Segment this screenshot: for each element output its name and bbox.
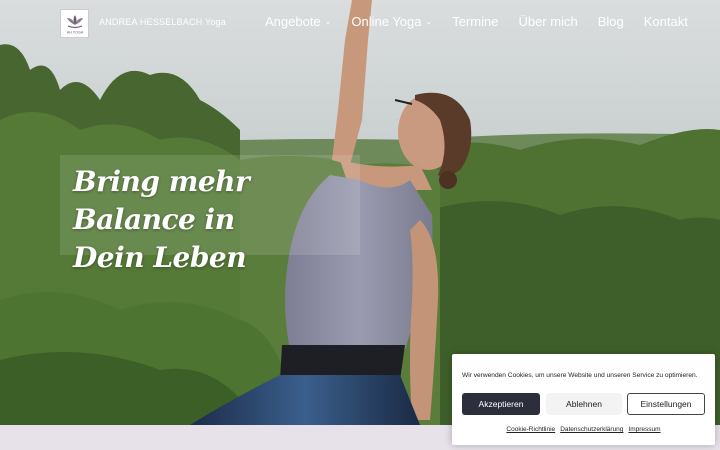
cookie-policy-link[interactable]: Cookie-Richtlinie — [506, 426, 555, 433]
logo-label: AH YOGA — [66, 30, 83, 34]
hero-headline-line2: Dein Leben — [73, 241, 247, 274]
privacy-policy-link[interactable]: Datenschutzerklärung — [560, 426, 623, 433]
site-name[interactable]: ANDREA HESSELBACH Yoga — [99, 17, 226, 27]
cookie-links: Cookie-Richtlinie Datenschutzerklärung I… — [452, 426, 715, 433]
chevron-down-icon: ⌄ — [425, 17, 433, 26]
main-nav: Angebote ⌄ Online Yoga ⌄ Termine Über mi… — [265, 14, 708, 29]
lotus-logo-icon: AH YOGA — [66, 14, 83, 34]
nav-item-label: Über mich — [518, 14, 578, 29]
hero-headline: Bring mehr Balance in Dein Leben — [73, 163, 363, 277]
cookie-consent-banner: Wir verwenden Cookies, um unsere Website… — [452, 354, 715, 445]
nav-item-blog[interactable]: Blog — [598, 14, 624, 29]
nav-item-label: Angebote — [265, 14, 321, 29]
site-header: AH YOGA ANDREA HESSELBACH Yoga Angebote … — [0, 0, 720, 48]
nav-item-online-yoga[interactable]: Online Yoga ⌄ — [351, 14, 432, 29]
site-logo[interactable]: AH YOGA — [60, 9, 89, 38]
nav-item-label: Kontakt — [643, 14, 688, 29]
nav-item-label: Blog — [597, 14, 624, 29]
nav-item-termine[interactable]: Termine — [452, 14, 498, 29]
cookie-message: Wir verwenden Cookies, um unsere Website… — [462, 372, 698, 379]
reject-cookies-button[interactable]: Ablehnen — [546, 393, 622, 415]
nav-item-ueber-mich[interactable]: Über mich — [518, 14, 577, 29]
hero-headline-line1: Bring mehr Balance in — [73, 165, 250, 236]
nav-item-label: Termine — [452, 14, 499, 29]
nav-item-kontakt[interactable]: Kontakt — [644, 14, 688, 29]
nav-item-label: Online Yoga — [351, 14, 422, 29]
imprint-link[interactable]: Impressum — [628, 426, 660, 433]
cookie-settings-button[interactable]: Einstellungen — [627, 393, 705, 415]
chevron-down-icon: ⌄ — [324, 17, 332, 26]
nav-item-angebote[interactable]: Angebote ⌄ — [265, 14, 331, 29]
accept-cookies-button[interactable]: Akzeptieren — [462, 393, 540, 415]
